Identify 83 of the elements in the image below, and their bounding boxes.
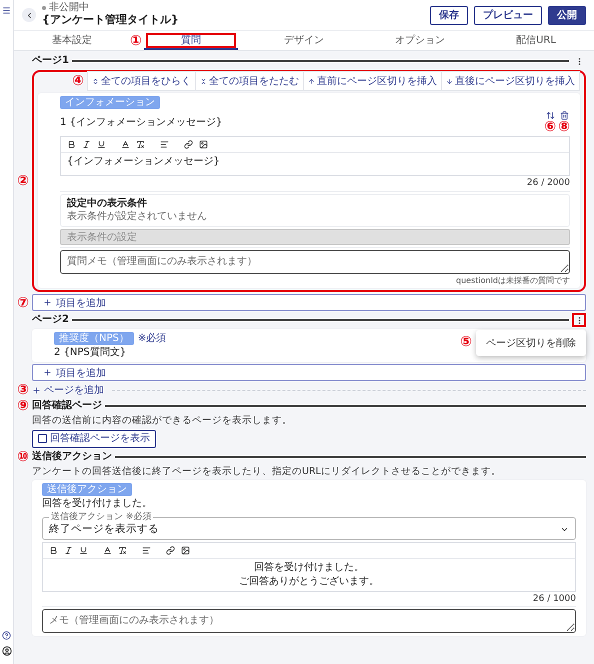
delete-icon[interactable]: [560, 111, 569, 120]
survey-title: {アンケート管理タイトル}: [42, 13, 180, 28]
memo-field[interactable]: メモ（管理画面にのみ表示されます）: [42, 609, 576, 634]
annotation-number: ⑤: [460, 335, 472, 350]
tab[interactable]: 質問: [144, 31, 238, 50]
text-color-icon[interactable]: [103, 546, 112, 555]
add-page-button[interactable]: ページを追加: [32, 383, 104, 398]
required-label: ※必須: [138, 332, 166, 345]
annotation-number: ②: [17, 174, 29, 188]
bold-icon[interactable]: [49, 546, 58, 555]
bold-icon[interactable]: [67, 140, 76, 149]
conditions-text: 表示条件が設定されていません: [67, 210, 208, 223]
question-title: 1 {インフォメーションメッセージ}: [60, 116, 222, 128]
menu-icon[interactable]: [2, 6, 11, 15]
sort-icon[interactable]: [546, 111, 555, 120]
checkbox-label: 回答確認ページを表示: [50, 432, 150, 445]
header-button[interactable]: 保存: [430, 6, 468, 24]
annotation-number: ③: [17, 383, 29, 398]
annotation-number: ④: [72, 74, 84, 88]
rich-text-editor[interactable]: 回答を受け付けました。 ご回答ありがとうございます。: [42, 542, 576, 592]
tab[interactable]: オプション: [387, 31, 453, 50]
question-type-badge: インフォメーション: [60, 96, 160, 109]
align-icon[interactable]: [160, 140, 169, 149]
tab[interactable]: 配信URL: [506, 31, 566, 50]
plus-icon: [43, 368, 52, 378]
more-menu-button[interactable]: [572, 313, 586, 328]
italic-icon[interactable]: [82, 140, 91, 149]
align-icon[interactable]: [142, 546, 151, 555]
clear-format-icon[interactable]: [118, 546, 127, 555]
plus-icon: [43, 298, 52, 308]
annotation-number: ①: [130, 34, 142, 48]
action-message: 回答を受け付けました。: [42, 498, 153, 510]
expand-icon: [92, 78, 99, 84]
section-title: 回答確認ページ: [32, 400, 102, 412]
header-button[interactable]: 公開: [548, 6, 586, 24]
text-color-icon[interactable]: [121, 140, 130, 149]
add-item-button[interactable]: 項目を追加: [32, 294, 586, 312]
underline-icon[interactable]: [79, 546, 88, 555]
underline-icon[interactable]: [97, 140, 106, 149]
action-badge: 送信後アクション: [42, 483, 132, 496]
header-button[interactable]: プレビュー: [474, 6, 542, 24]
section-description: 回答の送信前に内容の確認ができるページを表示します。: [32, 415, 293, 427]
character-count: 26 / 2000: [526, 178, 570, 189]
editor-text: ご回答ありがとうございます。: [239, 576, 379, 588]
tab[interactable]: デザイン: [274, 31, 334, 50]
editor-text: 回答を受け付けました。: [254, 562, 364, 574]
checkbox-option[interactable]: 回答確認ページを表示: [32, 430, 156, 448]
annotation-number: ⑩: [17, 450, 29, 464]
section-title: 送信後アクション: [32, 450, 112, 463]
arrow-down-icon: [446, 78, 453, 84]
annotation-number: ⑦: [17, 296, 29, 310]
back-button[interactable]: [22, 8, 36, 22]
italic-icon[interactable]: [64, 546, 73, 555]
checkbox[interactable]: [38, 434, 47, 444]
arrow-up-icon: [308, 78, 315, 84]
question-id-note: questionIdは未採番の質問です: [456, 276, 570, 286]
menu-item[interactable]: ページ区切りを削除: [486, 336, 576, 350]
plus-icon: [32, 386, 41, 395]
link-icon[interactable]: [166, 546, 175, 555]
editor-text: {インフォメーションメッセージ}: [67, 156, 220, 168]
memo-field[interactable]: 質問メモ（管理画面にのみ表示されます）: [60, 250, 570, 274]
link-icon[interactable]: [184, 140, 193, 149]
collapse-icon: [200, 78, 207, 84]
character-count: 26 / 1000: [532, 594, 576, 604]
annotation-number: ⑧: [558, 120, 570, 134]
select-field[interactable]: 送信後アクション ※必須 終了ページを表示する: [42, 512, 576, 540]
add-item-button[interactable]: 項目を追加: [32, 364, 586, 382]
user-icon[interactable]: [2, 646, 12, 656]
image-icon[interactable]: [199, 140, 208, 149]
conditions-title: 設定中の表示条件: [67, 198, 148, 210]
question-type-badge: 推奨度（NPS）: [54, 332, 134, 346]
annotation-number: ⑨: [17, 399, 29, 414]
image-icon[interactable]: [181, 546, 190, 555]
question-title: 2 {NPS質問文}: [54, 347, 128, 360]
rich-text-editor[interactable]: {インフォメーションメッセージ}: [60, 136, 570, 176]
tab[interactable]: 基本設定: [42, 31, 102, 50]
help-icon[interactable]: [2, 631, 11, 640]
page-title: ページ2: [32, 314, 69, 326]
annotation-number: ⑥: [544, 120, 556, 134]
clear-format-icon[interactable]: [136, 140, 145, 149]
status-text: 非公開中: [42, 2, 424, 14]
page-title: ページ1: [32, 55, 69, 67]
section-description: アンケートの回答送信後に終了ページを表示したり、指定のURLにリダイレクトさせることができます。: [32, 466, 502, 478]
